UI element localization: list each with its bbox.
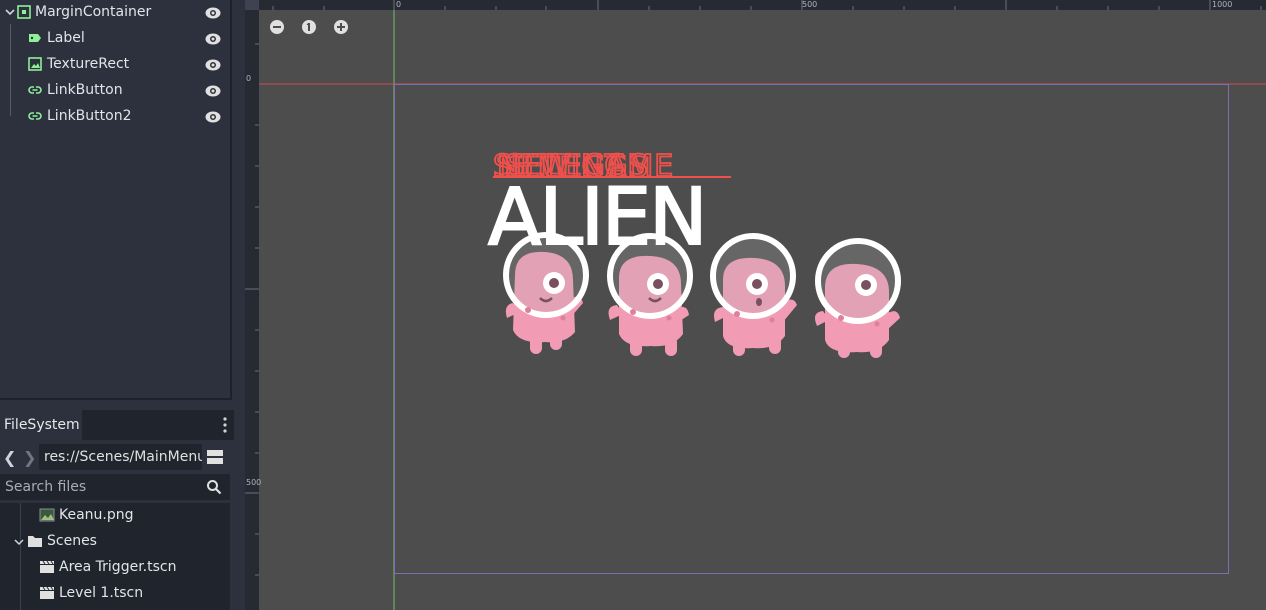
visibility-eye-icon[interactable] <box>204 109 222 125</box>
label-icon <box>29 34 41 42</box>
margin-container-icon <box>17 5 31 19</box>
folder-item-label: Scenes <box>47 533 97 549</box>
link-button-icon <box>28 86 42 94</box>
tab-filesystem[interactable]: FileSystem <box>0 410 82 440</box>
tree-item-label: MarginContainer <box>35 4 152 20</box>
file-item-label: Keanu.png <box>59 507 134 523</box>
chevron-down-icon[interactable] <box>14 537 24 547</box>
scene-file-icon <box>40 560 54 573</box>
alien-sprite <box>815 238 901 358</box>
tree-item-margin-container[interactable]: MarginContainer <box>0 0 230 26</box>
ruler-top-ticks <box>272 0 1262 10</box>
alien-sprite <box>710 233 797 356</box>
image-file-icon <box>39 508 55 522</box>
file-item-label: Level 1.tscn <box>59 585 144 601</box>
canvas-art: SETTINGS NEW GAME SELECT ALIEN <box>245 0 1266 610</box>
folder-icon <box>28 536 42 547</box>
filesystem-panel: ❮ ❯ res://Scenes/MainMenu.tscn Keanu.png… <box>0 440 234 610</box>
visibility-eye-icon[interactable] <box>204 83 222 99</box>
zoom-in-icon[interactable] <box>331 17 351 37</box>
tree-item-link-button[interactable]: LinkButton <box>0 78 230 104</box>
visibility-eye-icon[interactable] <box>204 5 222 21</box>
file-item-level-1[interactable]: Level 1.tscn <box>0 581 230 607</box>
file-item-keanu[interactable]: Keanu.png <box>0 503 230 529</box>
scene-file-icon <box>40 586 54 599</box>
file-item-area-trigger[interactable]: Area Trigger.tscn <box>0 555 230 581</box>
back-arrow-icon[interactable]: ❮ <box>3 448 16 467</box>
ruler-left-ticks <box>245 43 259 576</box>
tree-item-label: LinkButton2 <box>47 108 132 124</box>
tree-item-texture-rect[interactable]: TextureRect <box>0 52 230 78</box>
filesystem-tree: Keanu.png Scenes Area Trigger.tscn Level… <box>0 503 230 610</box>
ruler-label: 0 <box>396 0 402 9</box>
search-files-box <box>0 474 230 500</box>
path-field[interactable]: res://Scenes/MainMenu.tscn <box>39 444 202 470</box>
texture-rect-icon <box>28 57 42 71</box>
tree-item-link-button-2[interactable]: LinkButton2 <box>0 104 230 130</box>
game-title-text: ALIEN <box>488 173 705 263</box>
forward-arrow-icon[interactable]: ❯ <box>23 448 36 467</box>
tree-item-label-node[interactable]: Label <box>0 26 230 52</box>
filesystem-header: FileSystem <box>0 410 234 440</box>
chevron-down-icon[interactable] <box>4 6 16 18</box>
ruler-label: 500 <box>246 478 262 487</box>
visibility-eye-icon[interactable] <box>204 31 222 47</box>
ruler-label: 1000 <box>1212 0 1233 9</box>
more-options-icon[interactable] <box>220 416 230 434</box>
canvas-viewport[interactable]: SETTINGS NEW GAME SELECT ALIEN 0 500 100… <box>245 0 1266 610</box>
file-item-label: Area Trigger.tscn <box>59 559 177 575</box>
tree-item-label: Label <box>47 30 85 46</box>
tree-item-label: LinkButton <box>47 82 123 98</box>
folder-item-scenes[interactable]: Scenes <box>0 529 230 555</box>
tree-item-label: TextureRect <box>47 56 130 72</box>
zoom-reset-icon[interactable] <box>299 17 319 37</box>
search-icon[interactable] <box>206 479 222 495</box>
scene-dock: MarginContainer Label TextureRect LinkBu… <box>0 0 232 400</box>
ruler-label: 0 <box>246 74 252 83</box>
visibility-eye-icon[interactable] <box>204 57 222 73</box>
link-button-icon <box>28 112 42 120</box>
split-mode-icon[interactable] <box>207 449 223 465</box>
search-files-input[interactable] <box>0 474 200 500</box>
ruler-label: 500 <box>802 0 818 9</box>
scene-tree: MarginContainer Label TextureRect LinkBu… <box>0 0 232 400</box>
zoom-out-icon[interactable] <box>267 17 287 37</box>
